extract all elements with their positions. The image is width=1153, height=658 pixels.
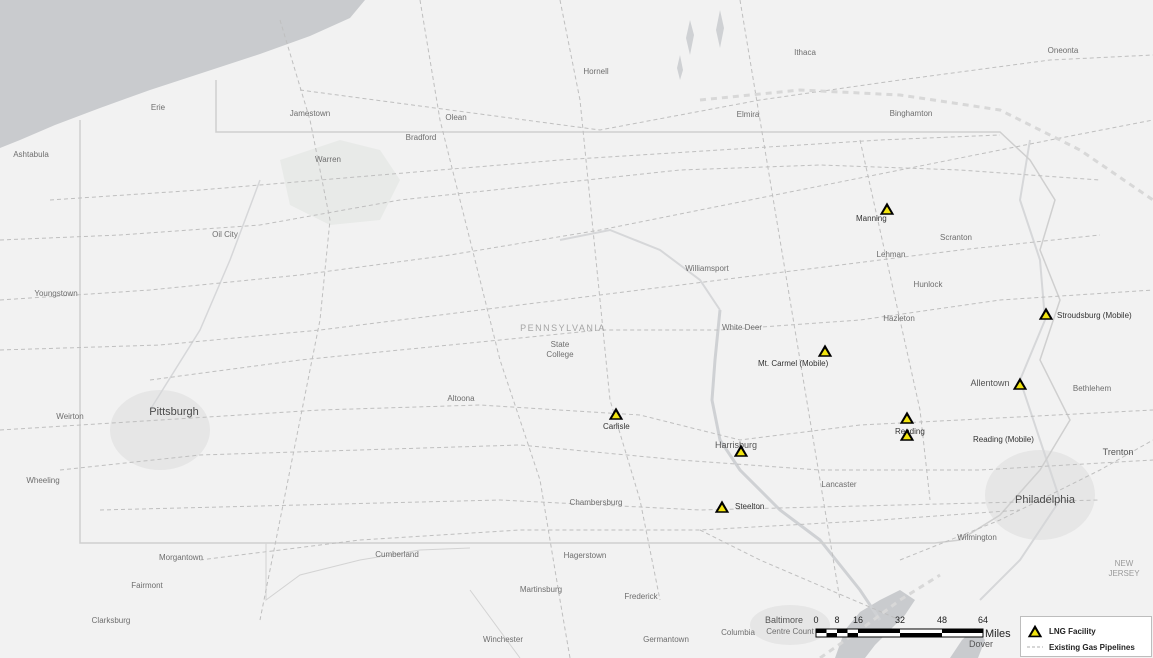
- state-label-pennsylvania: PENNSYLVANIA: [520, 323, 606, 333]
- triangle-marker-icon: [899, 411, 915, 424]
- lake-erie: [0, 0, 365, 148]
- place-label-state-college: State College: [546, 340, 574, 359]
- lng-facility-label-reading-mobile: Reading (Mobile): [973, 435, 1034, 444]
- scale-tick-32: 32: [894, 615, 906, 625]
- place-label-scranton: Scranton: [939, 233, 973, 242]
- lng-facility-label-mt-carmel: Mt. Carmel (Mobile): [758, 359, 829, 368]
- lng-facility-marker-reading-2[interactable]: [899, 428, 915, 442]
- place-label-hazleton: Hazleton: [883, 314, 915, 323]
- place-label-oil-city: Oil City: [212, 230, 238, 239]
- scale-tick-0: 0: [813, 615, 819, 625]
- place-label-white-deer: White Deer: [721, 323, 763, 332]
- state-label-new-jersey: NEW JERSEY: [1108, 559, 1140, 578]
- scale-tick-48: 48: [936, 615, 948, 625]
- place-label-germantown: Germantown: [643, 635, 689, 644]
- place-label-weirton: Weirton: [56, 412, 84, 421]
- legend-label-existing-gas-pipelines: Existing Gas Pipelines: [1049, 642, 1135, 652]
- legend-item-existing-gas-pipelines: Existing Gas Pipelines: [1027, 640, 1135, 654]
- place-label-bethlehem: Bethlehem: [1072, 384, 1112, 393]
- place-label-youngstown: Youngstown: [34, 289, 78, 298]
- place-label-wheeling: Wheeling: [26, 476, 60, 485]
- lng-facility-label-stroudsburg: Stroudsburg (Mobile): [1057, 311, 1132, 320]
- map-view[interactable]: Ithaca Oneonta Hornell Erie Jamestown Ol…: [0, 0, 1153, 658]
- place-label-hagerstown: Hagerstown: [563, 551, 607, 560]
- place-label-trenton: Trenton: [1102, 447, 1134, 457]
- place-label-philadelphia: Philadelphia: [1015, 494, 1075, 506]
- place-label-columbia: Columbia: [721, 628, 755, 637]
- place-label-binghamton: Binghamton: [889, 109, 933, 118]
- lng-facility-marker-allentown[interactable]: [1012, 377, 1028, 391]
- triangle-marker-icon: [1038, 307, 1054, 320]
- place-label-centre-count: Centre Count: [766, 627, 814, 636]
- scale-tick-16: 16: [852, 615, 864, 625]
- triangle-marker-icon: [608, 407, 624, 420]
- triangle-marker-icon: [899, 428, 915, 441]
- place-label-lancaster: Lancaster: [821, 480, 857, 489]
- place-label-altoona: Altoona: [447, 394, 475, 403]
- scale-bar: 0 8 16 32 48 64 Miles: [813, 612, 1019, 648]
- legend-item-lng-facility: LNG Facility: [1027, 624, 1096, 638]
- place-label-wilmington: Wilmington: [957, 533, 997, 542]
- place-label-frederick: Frederick: [624, 592, 658, 601]
- place-label-cumberland: Cumberland: [375, 550, 419, 559]
- place-label-warren: Warren: [315, 155, 341, 164]
- place-label-lehman: Lehman: [876, 250, 906, 259]
- lng-facility-marker-reading[interactable]: [899, 411, 915, 425]
- scale-tick-64: 64: [977, 615, 989, 625]
- place-label-hornell: Hornell: [583, 67, 609, 76]
- scale-tick-8: 8: [834, 615, 840, 625]
- place-label-pittsburgh: Pittsburgh: [149, 406, 199, 418]
- place-label-hunlock: Hunlock: [913, 280, 943, 289]
- map-legend: LNG Facility Existing Gas Pipelines: [1020, 616, 1152, 657]
- place-label-ashtabula: Ashtabula: [13, 150, 49, 159]
- place-label-allentown: Allentown: [970, 378, 1010, 388]
- place-label-erie: Erie: [150, 103, 166, 112]
- pa-boundary: [79, 80, 1071, 544]
- place-label-ithaca: Ithaca: [794, 48, 816, 57]
- place-label-bradford: Bradford: [405, 133, 437, 142]
- place-label-baltimore: Baltimore: [764, 615, 804, 625]
- legend-label-lng-facility: LNG Facility: [1049, 626, 1096, 636]
- lng-facility-marker-stroudsburg[interactable]: [1038, 307, 1054, 321]
- lng-facility-marker-carlisle[interactable]: [608, 407, 624, 421]
- place-label-martinsburg: Martinsburg: [519, 585, 563, 594]
- place-label-chambersburg: Chambersburg: [569, 498, 623, 507]
- scale-unit-label: Miles: [985, 628, 1011, 640]
- triangle-marker-icon: [1012, 377, 1028, 390]
- place-label-fairmont: Fairmont: [131, 581, 163, 590]
- place-label-williamsport: Williamsport: [685, 264, 729, 273]
- place-label-morgantown: Morgantown: [158, 553, 204, 562]
- triangle-marker-icon: [1027, 624, 1043, 638]
- place-label-clarksburg: Clarksburg: [91, 616, 131, 625]
- lng-facility-label-manning: Manning: [856, 214, 887, 223]
- lng-facility-marker-steelton[interactable]: [714, 500, 730, 514]
- triangle-marker-icon: [817, 344, 833, 357]
- lng-facility-label-carlisle: Carlisle: [603, 422, 630, 431]
- place-label-elmira: Elmira: [736, 110, 760, 119]
- triangle-marker-icon: [714, 500, 730, 513]
- place-label-winchester: Winchester: [482, 635, 524, 644]
- place-label-olean: Olean: [445, 113, 467, 122]
- place-label-oneonta: Oneonta: [1047, 46, 1079, 55]
- place-label-jamestown: Jamestown: [289, 109, 331, 118]
- lng-facility-marker-mt-carmel[interactable]: [817, 344, 833, 358]
- triangle-marker-icon: [733, 444, 749, 457]
- dashed-line-icon: [1027, 646, 1043, 648]
- lng-facility-label-steelton: Steelton: [735, 502, 765, 511]
- lng-facility-marker-harrisburg[interactable]: [733, 444, 749, 458]
